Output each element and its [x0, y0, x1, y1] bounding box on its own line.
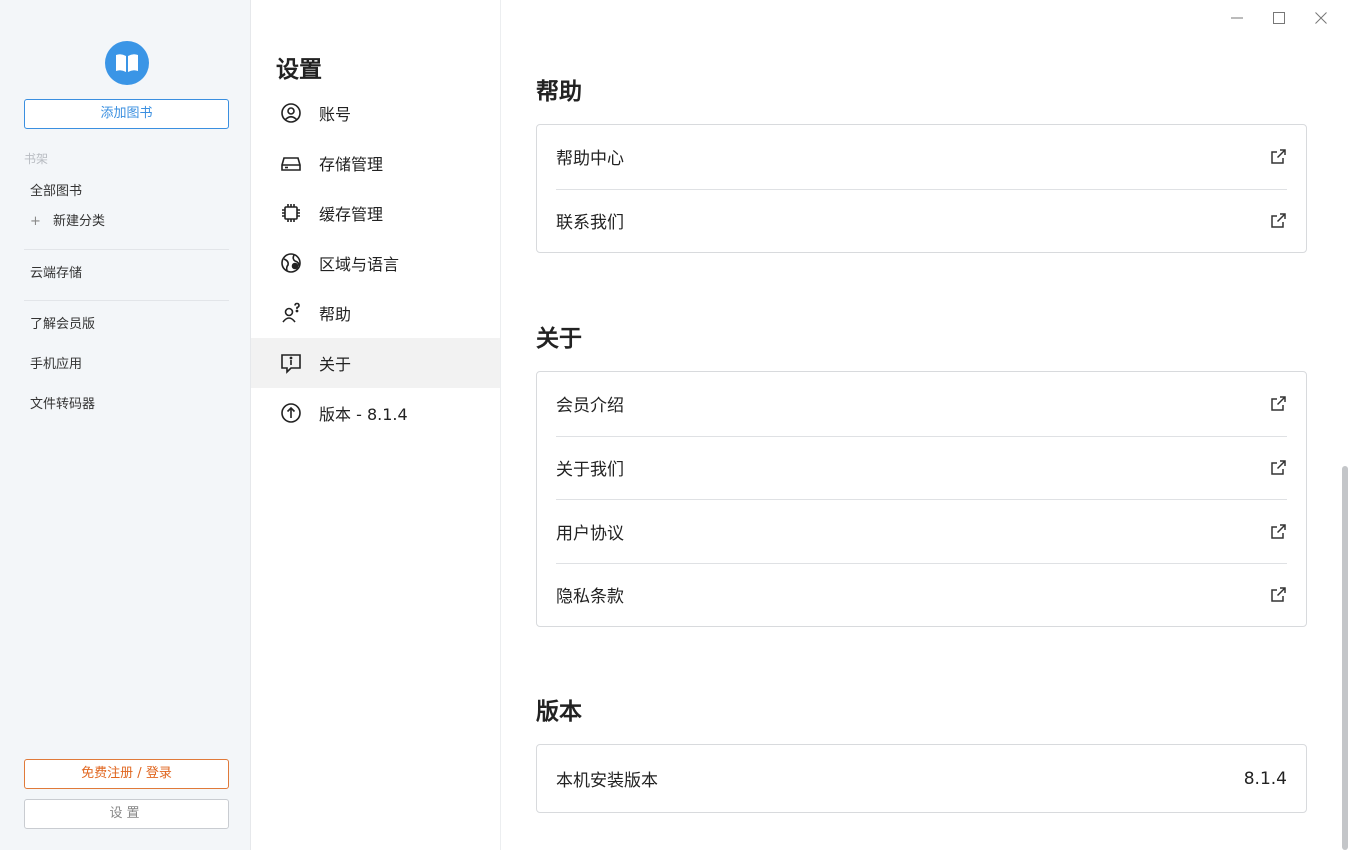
app-logo-book-icon [105, 41, 149, 85]
scrollbar-thumb[interactable] [1342, 466, 1348, 850]
nav-item-region-language[interactable]: 区域与语言 [251, 238, 500, 288]
external-link-icon[interactable] [1269, 212, 1287, 230]
globe-icon [280, 252, 302, 274]
nav-item-help[interactable]: 帮助 [251, 288, 500, 338]
sidebar-divider [24, 249, 229, 250]
about-info-icon [280, 352, 302, 374]
bookshelf-section-label: 书架 [24, 152, 49, 166]
about-card: 会员介绍 关于我们 用户协议 隐私条款 [536, 371, 1307, 627]
nav-item-label: 存储管理 [319, 155, 384, 174]
about-section-title: 关于 [536, 326, 582, 352]
external-link-icon[interactable] [1269, 459, 1287, 477]
nav-item-label: 版本 - 8.1.4 [319, 405, 408, 424]
settings-content: 帮助 帮助中心 联系我们 关于 会员介绍 关于我们 用户协议 隐私条款 版本 本… [501, 0, 1350, 850]
external-link-icon[interactable] [1269, 586, 1287, 604]
sidebar-item-mobile-app[interactable]: 手机应用 [30, 356, 82, 374]
nav-item-label: 区域与语言 [319, 255, 400, 274]
external-link-icon[interactable] [1269, 148, 1287, 166]
row-label: 用户协议 [556, 523, 624, 544]
row-label: 帮助中心 [556, 149, 624, 170]
nav-item-account[interactable]: 账号 [251, 88, 500, 138]
version-value: 8.1.4 [1243, 768, 1287, 789]
help-user-icon [280, 302, 302, 324]
account-icon [280, 102, 302, 124]
nav-item-about[interactable]: 关于 [251, 338, 500, 388]
sidebar-divider [24, 300, 229, 301]
close-icon[interactable] [1311, 8, 1331, 28]
settings-title: 设置 [276, 57, 322, 83]
nav-item-label: 账号 [319, 105, 352, 124]
maximize-icon[interactable] [1269, 8, 1289, 28]
sidebar-item-new-category[interactable]: 新建分类 [53, 213, 105, 231]
nav-item-label: 关于 [319, 355, 352, 374]
privacy-terms-row[interactable]: 隐私条款 [556, 562, 1287, 627]
plus-icon: + [30, 214, 41, 229]
storage-icon [280, 152, 302, 174]
cache-chip-icon [280, 202, 302, 224]
contact-us-row[interactable]: 联系我们 [556, 188, 1287, 253]
register-login-button[interactable]: 免费注册 / 登录 [24, 759, 229, 789]
user-agreement-row[interactable]: 用户协议 [556, 499, 1287, 563]
about-us-row[interactable]: 关于我们 [556, 435, 1287, 500]
scrollbar[interactable] [1340, 0, 1350, 850]
row-label: 会员介绍 [556, 396, 624, 417]
row-label: 本机安装版本 [556, 771, 658, 791]
settings-button[interactable]: 设置 [24, 799, 229, 829]
row-label: 联系我们 [556, 213, 624, 234]
sidebar-item-membership[interactable]: 了解会员版 [30, 316, 95, 334]
nav-item-label: 帮助 [319, 305, 352, 324]
sidebar-item-cloud-storage[interactable]: 云端存储 [30, 265, 82, 283]
row-label: 关于我们 [556, 460, 624, 481]
external-link-icon[interactable] [1269, 395, 1287, 413]
help-center-row[interactable]: 帮助中心 [556, 125, 1287, 189]
help-card: 帮助中心 联系我们 [536, 124, 1307, 253]
add-book-button[interactable]: 添加图书 [24, 99, 229, 129]
left-sidebar: 添加图书 书架 全部图书 + 新建分类 云端存储 了解会员版 手机应用 文件转码… [0, 0, 251, 850]
minimize-icon[interactable] [1227, 8, 1247, 28]
help-section-title: 帮助 [536, 79, 582, 105]
nav-item-label: 缓存管理 [319, 205, 384, 224]
settings-nav: 设置 账号 存储管理 缓存管理 区域与语言 帮助 关于 版本 - 8.1.4 [251, 0, 501, 850]
version-section-title: 版本 [536, 699, 582, 725]
external-link-icon[interactable] [1269, 522, 1287, 540]
sidebar-item-file-converter[interactable]: 文件转码器 [30, 396, 95, 414]
version-upgrade-icon [280, 402, 302, 424]
nav-item-cache[interactable]: 缓存管理 [251, 188, 500, 238]
nav-item-version[interactable]: 版本 - 8.1.4 [251, 388, 500, 438]
membership-intro-row[interactable]: 会员介绍 [556, 372, 1287, 436]
installed-version-row: 本机安装版本 8.1.4 [556, 745, 1287, 812]
version-card: 本机安装版本 8.1.4 [536, 744, 1307, 813]
nav-item-storage[interactable]: 存储管理 [251, 138, 500, 188]
sidebar-item-all-books[interactable]: 全部图书 [30, 183, 82, 201]
row-label: 隐私条款 [556, 587, 624, 608]
